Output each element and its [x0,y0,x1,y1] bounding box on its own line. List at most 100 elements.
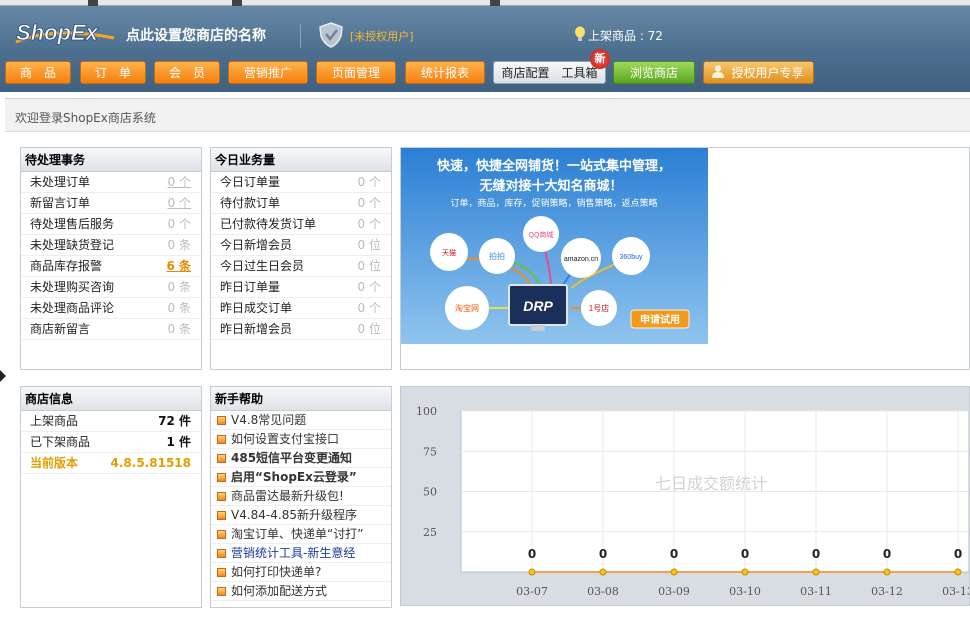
y-tick-label: 50 [423,486,437,499]
today-title: 今日业务量 [211,148,391,172]
help-link[interactable]: 485短信平台变更通知 [211,449,391,468]
browse-store-button[interactable]: 浏览商店 [613,61,695,84]
logo-text: ShopEx [16,20,99,45]
nav-marketing[interactable]: 营销推广 [228,61,308,84]
y-tick-label: 25 [423,526,437,539]
welcome-bar: 欢迎登录ShopEx商店系统 [5,98,970,132]
store-info-panel: 商店信息 上架商品 72 件 已下架商品 1 件 当前版本 4.8.5.81518 [20,386,202,608]
row-label: 昨日新增会员 [220,322,293,336]
shop-name-link[interactable]: 点此设置您商店的名称 [126,25,266,45]
row-value: 0 个 [357,301,381,315]
collapse-arrow-icon[interactable] [0,370,6,382]
promo-banner: 快速，快捷全网铺货！一站式集中管理， 无缝对接十大知名商城！ 订单，商品，库存，… [400,147,970,370]
nav-page-manage[interactable]: 页面管理 [316,61,396,84]
pending-panel: 待处理事务 未处理订单 0 个 新留言订单 0 个 待处理售后服务 0 个 未处理缺货… [20,147,202,370]
sales-chart: 25 50 75 100 03-07 03-08 03-09 03-10 03-11 03-12 0… [416,405,970,598]
help-link-label: 如何添加配送方式 [231,584,328,598]
shopex-logo[interactable]: ShopEx [14,18,118,50]
nav-reports[interactable]: 统计报表 [405,61,485,84]
help-link-label: 如何设置支付宝接口 [231,432,340,446]
today-row: 待付款订单 0 个 [211,193,391,214]
pending-row: 新留言订单 0 个 [21,193,201,214]
x-tick-label: 03-09 [658,585,690,598]
svg-text:QQ商城: QQ商城 [529,230,554,239]
row-value-link[interactable]: 0 个 [168,193,191,213]
today-row: 今日新增会员 0 位 [211,235,391,256]
row-value-link[interactable]: 0 个 [168,172,191,192]
y-tick-label: 100 [416,405,437,418]
help-link[interactable]: 淘宝订单、快递单“讨打” [211,525,391,544]
nav-orders[interactable]: 订 单 [80,61,146,84]
help-link[interactable]: V4.84-4.85新升级程序 [211,506,391,525]
pending-row: 未处理订单 0 个 [21,172,201,193]
welcome-text: 欢迎登录ShopEx商店系统 [15,111,156,125]
help-link-label: V4.84-4.85新升级程序 [231,508,357,522]
svg-text:360buy: 360buy [620,254,643,261]
row-label: 待付款订单 [220,196,281,210]
data-label: 0 [954,547,962,561]
row-value: 0 个 [357,175,381,189]
row-label: 商品库存报警 [30,259,103,273]
row-label: 当前版本 [30,456,79,470]
bullet-icon [217,568,226,577]
help-link[interactable]: 如何设置支付宝接口 [211,430,391,449]
bullet-icon [217,473,226,482]
data-label: 0 [528,547,536,561]
pending-row: 未处理购买咨询 0 条 [21,277,201,298]
data-point [670,568,678,576]
today-row: 今日订单量 0 个 [211,172,391,193]
chart-title: 七日成交额统计 [655,475,767,493]
today-panel: 今日业务量 今日订单量 0 个 待付款订单 0 个 已付款待发货订单 0 个 今日新增… [210,147,392,370]
header-separator [300,24,301,48]
nav-store-config-toolbox[interactable]: 商店配置 工具箱 [493,61,606,84]
bullet-icon [217,511,226,520]
help-link[interactable]: 如何添加配送方式 [211,582,391,601]
data-point [954,568,962,576]
nav-members[interactable]: 会 员 [154,61,220,84]
svg-text:拍拍: 拍拍 [489,251,505,261]
row-value: 72 件 [158,414,191,428]
svg-text:amazon.cn: amazon.cn [564,256,598,263]
help-link-label: V4.8常见问题 [231,413,307,427]
row-label: 昨日订单量 [220,280,281,294]
row-label: 今日订单量 [220,175,281,189]
pending-row: 未处理商品评论 0 条 [21,298,201,319]
nav-goods[interactable]: 商 品 [5,61,71,84]
today-row: 今日过生日会员 0 位 [211,256,391,277]
row-value: 0 个 [357,280,381,294]
row-value: 0 位 [357,238,381,252]
help-title: 新手帮助 [211,387,391,411]
help-link[interactable]: 商品雷达最新升级包! [211,487,391,506]
unauthorized-user-link[interactable]: [未授权用户] [350,28,414,44]
pending-row: 商品库存报警 6 条 [21,256,201,277]
drp-text: DRP [523,298,553,314]
stock-alert-link[interactable]: 6 条 [166,256,191,276]
data-label: 0 [670,547,678,561]
data-point [599,568,607,576]
help-link[interactable]: 启用“ShopEx云登录” [211,468,391,487]
banner-headline-2: 无缝对接十大知名商城！ [478,178,622,193]
pending-row: 待处理售后服务 0 个 [21,214,201,235]
store-info-title: 商店信息 [21,387,201,411]
row-label: 已付款待发货订单 [220,217,317,231]
banner-headline-1: 快速，快捷全网铺货！一站式集中管理， [437,158,671,173]
top-strip [0,0,970,6]
bullet-icon [217,435,226,444]
help-link-label: 营销统计工具-新生意经 [231,546,356,560]
shield-icon [319,22,343,48]
row-value: 0 条 [167,238,191,252]
help-link[interactable]: 如何打印快递单? [211,563,391,582]
bullet-icon [217,530,226,539]
row-label: 新留言订单 [30,196,91,210]
help-link[interactable]: V4.8常见问题 [211,411,391,430]
row-value: 0 个 [357,217,381,231]
drp-banner-image[interactable]: 快速，快捷全网铺货！一站式集中管理， 无缝对接十大知名商城！ 订单，商品，库存，… [401,148,708,344]
bullet-icon [217,416,226,425]
help-link[interactable]: 营销统计工具-新生意经 [211,544,391,563]
data-point [528,568,536,576]
row-label: 今日新增会员 [220,238,293,252]
on-shelf-count: 上架商品 : 72 [588,29,663,43]
row-label: 未处理购买咨询 [30,280,115,294]
store-info-row: 当前版本 4.8.5.81518 [21,453,201,474]
help-link-label: 商品雷达最新升级包! [231,489,344,503]
